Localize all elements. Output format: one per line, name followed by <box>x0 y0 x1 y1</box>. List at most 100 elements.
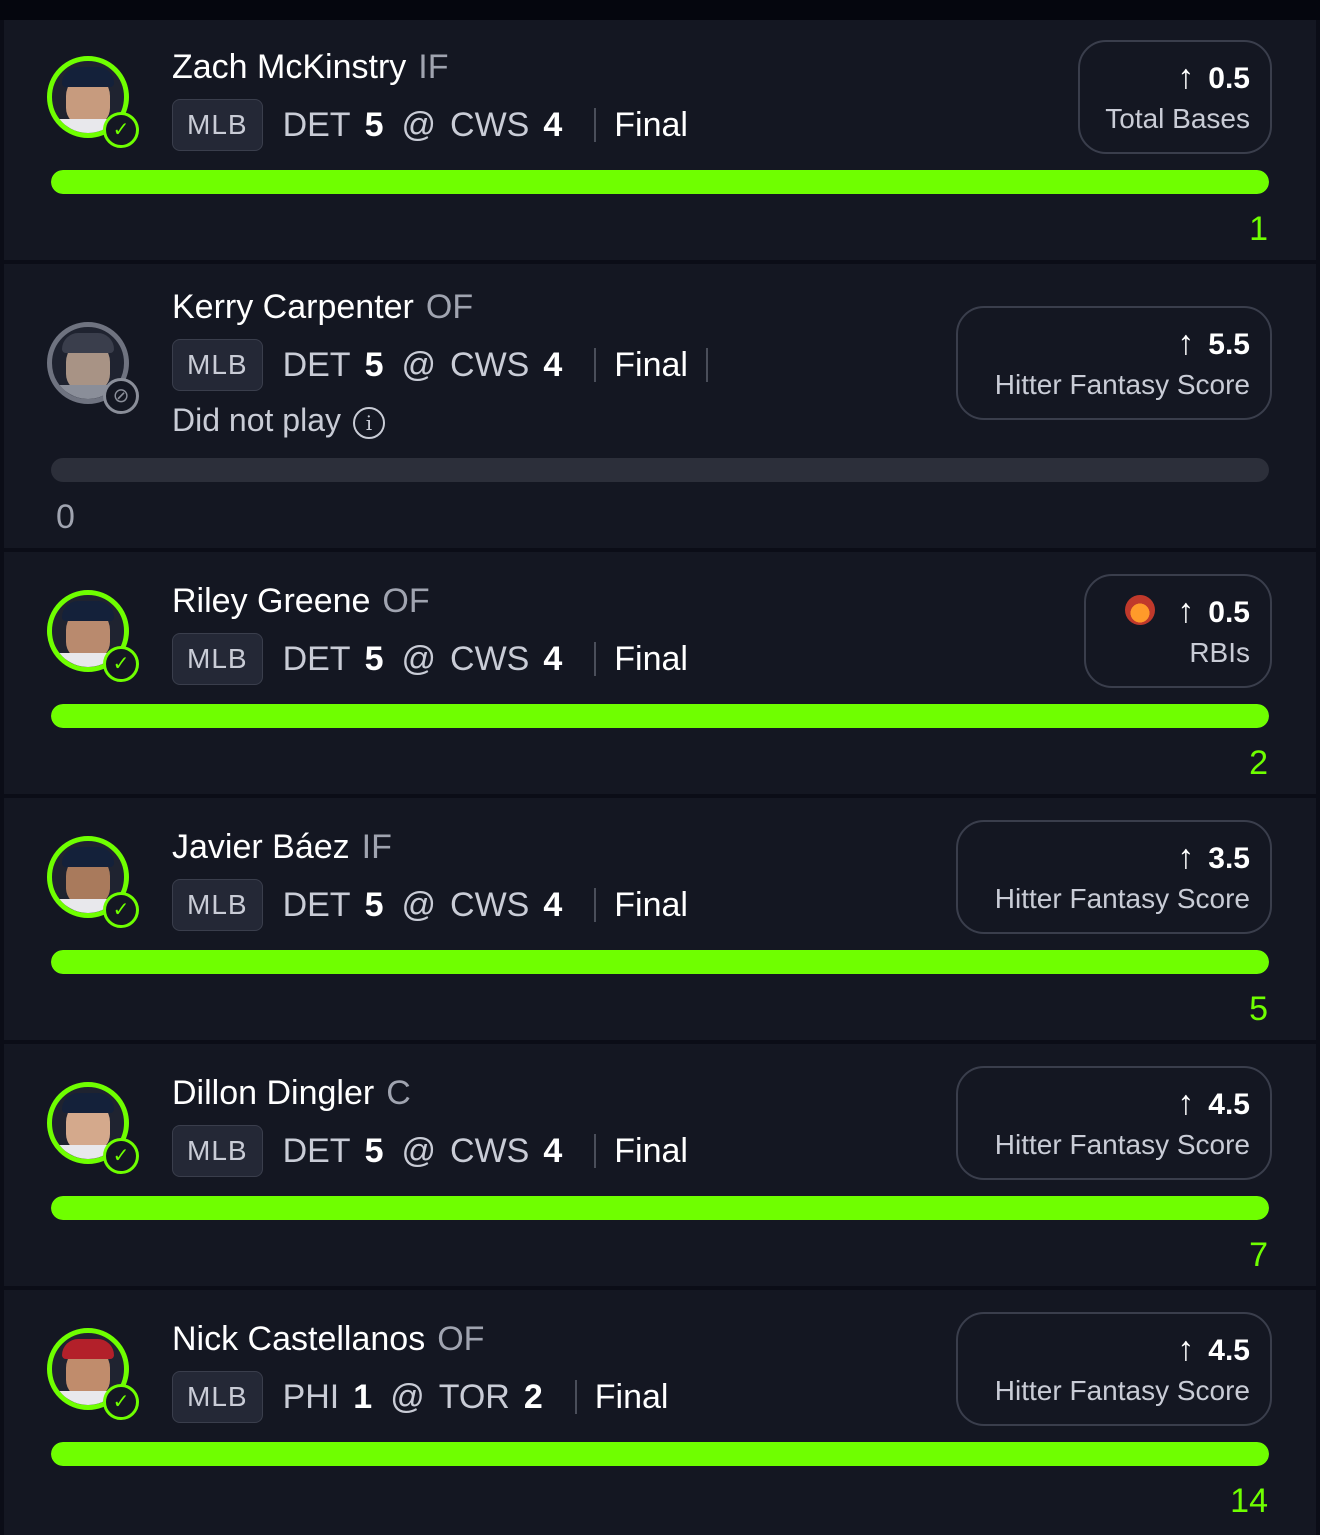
away-score: 5 <box>364 885 384 924</box>
at-sign: @ <box>401 885 437 924</box>
actual-result: 14 <box>1230 1482 1268 1520</box>
league-tag: MLB <box>172 1125 263 1177</box>
projection-box[interactable]: ↑ 4.5 Hitter Fantasy Score <box>956 1312 1272 1426</box>
actual-result: 7 <box>1249 1236 1268 1274</box>
game-info: MLB DET 5 @ CWS 4 Final <box>172 878 688 932</box>
game-info: MLB DET 5 @ CWS 4 Final <box>172 98 688 152</box>
home-team: CWS <box>450 105 530 144</box>
at-sign: @ <box>401 105 437 144</box>
league-tag: MLB <box>172 1371 263 1423</box>
at-sign: @ <box>401 639 437 678</box>
projection-box[interactable]: ↑ 3.5 Hitter Fantasy Score <box>956 820 1272 934</box>
divider <box>705 348 708 382</box>
divider <box>574 1380 577 1414</box>
league-tag: MLB <box>172 633 263 685</box>
did-not-play-label: Did not play <box>172 402 341 438</box>
stat-type: Hitter Fantasy Score <box>994 1129 1250 1160</box>
progress-fill <box>51 1196 1269 1220</box>
player-avatar: ✓ <box>47 836 139 928</box>
player-avatar: ✓ <box>47 1082 139 1174</box>
projection-box[interactable]: ↑ 0.5 Total Bases <box>1078 40 1272 154</box>
projection-box[interactable]: ↑ 5.5 Hitter Fantasy Score <box>956 306 1272 420</box>
stat-type: Hitter Fantasy Score <box>994 369 1250 400</box>
top-strip <box>0 0 1320 20</box>
did-not-play-note[interactable]: Did not play i <box>172 402 385 439</box>
home-score: 2 <box>523 1377 543 1416</box>
league-tag: MLB <box>172 339 263 391</box>
check-circle-icon: ✓ <box>103 1138 139 1174</box>
home-team: CWS <box>450 885 530 924</box>
away-team: DET <box>282 105 351 144</box>
actual-result: 1 <box>1249 210 1268 248</box>
progress-fill <box>51 1442 1269 1466</box>
home-score: 4 <box>543 639 563 678</box>
away-score: 5 <box>364 1131 384 1170</box>
player-name: Javier Báez IF <box>172 828 392 866</box>
divider <box>594 888 597 922</box>
away-score: 5 <box>364 105 384 144</box>
info-icon[interactable]: i <box>352 406 385 439</box>
game-info: MLB DET 5 @ CWS 4 Final <box>172 632 688 686</box>
game-status: Final <box>614 345 688 384</box>
player-avatar: ✓ <box>47 590 139 682</box>
stat-type: Hitter Fantasy Score <box>994 883 1250 914</box>
away-score: 5 <box>364 639 384 678</box>
divider <box>594 642 597 676</box>
arrow-up-icon: ↑ <box>1177 838 1195 876</box>
stat-type: RBIs <box>1189 637 1250 668</box>
stat-type: Total Bases <box>1105 103 1250 134</box>
arrow-up-icon: ↑ <box>1177 592 1195 630</box>
progress-bar <box>51 950 1269 974</box>
game-info: MLB DET 5 @ CWS 4 Final <box>172 1124 688 1178</box>
line-value: 4.5 <box>1208 1334 1250 1367</box>
at-sign: @ <box>401 345 437 384</box>
progress-bar <box>51 458 1269 482</box>
at-sign: @ <box>401 1131 437 1170</box>
progress-fill <box>51 170 1269 194</box>
game-status: Final <box>614 885 688 924</box>
line-value: 3.5 <box>1208 842 1250 875</box>
line-value: 5.5 <box>1208 328 1250 361</box>
player-position: OF <box>425 288 474 326</box>
player-position: OF <box>382 582 430 620</box>
actual-result: 0 <box>56 498 75 536</box>
line-value: 4.5 <box>1208 1088 1250 1121</box>
arrow-up-icon: ↑ <box>1177 324 1195 362</box>
progress-bar <box>51 1196 1269 1220</box>
at-sign: @ <box>390 1377 425 1416</box>
game-status: Final <box>594 1377 669 1416</box>
league-tag: MLB <box>172 879 263 931</box>
divider <box>594 1134 597 1168</box>
player-avatar: ✓ <box>47 1328 139 1420</box>
progress-bar <box>51 1442 1269 1466</box>
stat-type: Hitter Fantasy Score <box>994 1375 1250 1406</box>
away-score: 5 <box>364 345 384 384</box>
progress-fill <box>51 704 1269 728</box>
progress-fill <box>51 950 1269 974</box>
line-value: 0.5 <box>1208 596 1250 629</box>
game-status: Final <box>614 639 688 678</box>
away-team: DET <box>282 345 351 384</box>
game-status: Final <box>614 105 688 144</box>
home-score: 4 <box>543 345 563 384</box>
projection-box[interactable]: ↑ 0.5 RBIs <box>1084 574 1272 688</box>
home-team: CWS <box>450 345 530 384</box>
game-status: Final <box>614 1131 688 1170</box>
progress-bar <box>51 704 1269 728</box>
player-name: Dillon Dingler C <box>172 1074 411 1112</box>
home-team: CWS <box>450 1131 530 1170</box>
player-position: C <box>386 1074 411 1112</box>
check-circle-icon: ✓ <box>103 112 139 148</box>
player-position: IF <box>361 828 392 866</box>
league-tag: MLB <box>172 99 263 151</box>
player-name: Nick Castellanos OF <box>172 1320 485 1358</box>
progress-bar <box>51 170 1269 194</box>
home-score: 4 <box>543 1131 563 1170</box>
check-circle-icon: ✓ <box>103 646 139 682</box>
away-team: DET <box>282 639 351 678</box>
away-score: 1 <box>353 1377 373 1416</box>
projection-box[interactable]: ↑ 4.5 Hitter Fantasy Score <box>956 1066 1272 1180</box>
slash-circle-icon: ⊘ <box>103 378 139 414</box>
divider <box>594 348 597 382</box>
divider <box>594 108 597 142</box>
